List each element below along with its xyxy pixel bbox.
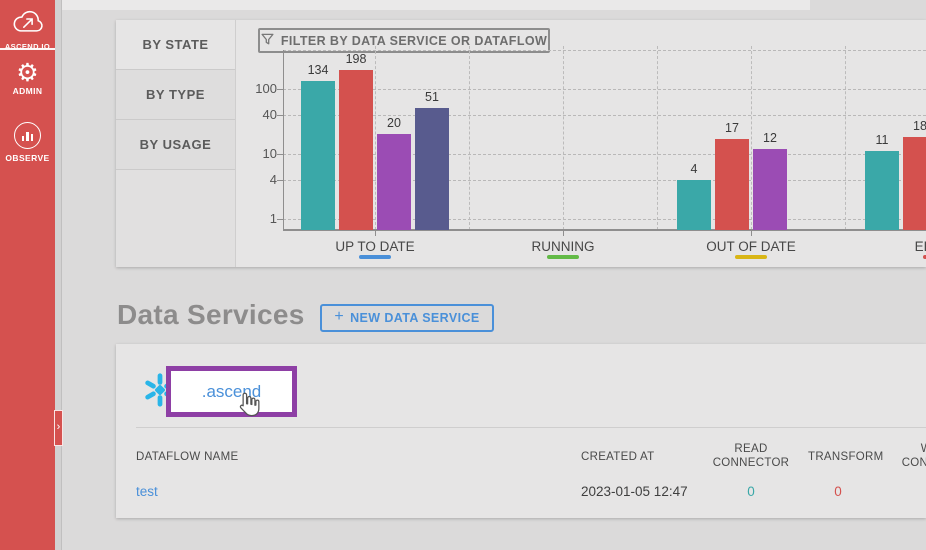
dataflow-link-test[interactable]: test (136, 484, 158, 499)
transform-count[interactable]: 0 (808, 484, 868, 499)
chart-tabs: BY STATE BY TYPE BY USAGE (116, 20, 236, 267)
plus-icon: + (334, 308, 345, 325)
observe-dashboard: ASCEND.IO ⚙ ADMIN OBSERVE › BY STATE BY … (0, 0, 926, 550)
sidebar-expand-handle[interactable]: › (54, 410, 63, 446)
sidebar-item-admin[interactable]: ⚙ ADMIN (0, 60, 55, 96)
tab-by-type[interactable]: BY TYPE (116, 70, 235, 120)
sidebar-divider-strip (55, 0, 62, 550)
col-dataflow-name: DATAFLOW NAME (136, 451, 239, 463)
data-service-card: .ascend DATAFLOW NAME CREATED AT READ CO… (116, 344, 926, 518)
sidebar-item-observe[interactable]: OBSERVE (0, 122, 55, 163)
bar[interactable] (415, 108, 449, 230)
new-data-service-label: NEW DATA SERVICE (350, 311, 480, 325)
col-transform: TRANSFORM (808, 451, 884, 463)
funnel-filter-icon (261, 33, 274, 49)
bar[interactable] (753, 148, 787, 230)
filter-button-label: FILTER BY DATA SERVICE OR DATAFLOW (280, 33, 548, 48)
filter-by-dataservice-button[interactable]: FILTER BY DATA SERVICE OR DATAFLOW (258, 28, 550, 53)
observe-chart-icon (14, 122, 41, 149)
sidebar-item-label: ADMIN (12, 86, 43, 96)
bar[interactable] (903, 137, 926, 230)
tab-by-state[interactable]: BY STATE (116, 20, 235, 70)
tab-by-usage[interactable]: BY USAGE (116, 120, 235, 170)
sidebar-item-label: OBSERVE (5, 153, 50, 163)
created-at-value: 2023-01-05 12:47 (581, 484, 688, 499)
col-created-at: CREATED AT (581, 451, 655, 463)
hand-cursor-icon (237, 391, 260, 423)
bar[interactable] (677, 179, 711, 230)
page-title: Data Services (117, 299, 305, 330)
next-data-service-card-edge (0, 0, 810, 10)
sidebar: ASCEND.IO ⚙ ADMIN OBSERVE (0, 0, 55, 550)
chevron-right-icon: › (56, 421, 61, 433)
bar[interactable] (339, 69, 373, 230)
new-data-service-button[interactable]: + NEW DATA SERVICE (320, 304, 494, 332)
bar[interactable] (865, 151, 899, 230)
read-connector-count[interactable]: 0 (706, 484, 796, 499)
observe-chart-card: BY STATE BY TYPE BY USAGE FILTER BY DATA… (116, 20, 926, 267)
gear-icon: ⚙ (16, 59, 39, 87)
tour-highlight-box: .ascend (166, 366, 297, 417)
table-header-divider (136, 427, 926, 428)
cloud-arrow-icon (11, 10, 45, 40)
col-read-connector: READ CONNECTOR (712, 443, 790, 470)
sidebar-item-ascend[interactable]: ASCEND.IO (0, 8, 55, 51)
bar[interactable] (715, 139, 749, 230)
bar[interactable] (301, 80, 335, 230)
sidebar-separator (0, 48, 55, 50)
bar[interactable] (377, 134, 411, 230)
col-write-connector: WRITE CONNECTOR (901, 443, 926, 470)
